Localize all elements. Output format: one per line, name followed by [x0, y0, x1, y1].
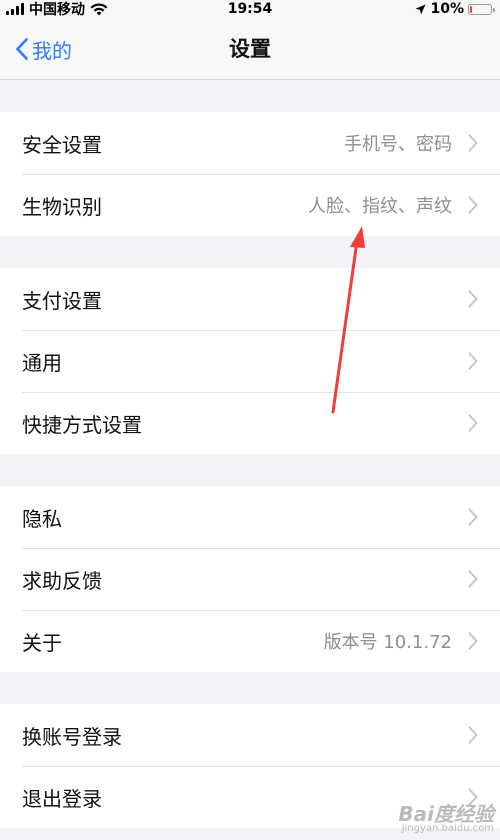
- navigation-bar: 我的 设置: [0, 18, 500, 80]
- row-privacy[interactable]: 隐私: [0, 486, 500, 548]
- row-value: 手机号、密码: [344, 134, 452, 155]
- row-value: 版本号 10.1.72: [323, 632, 452, 653]
- chevron-right-icon: [468, 290, 478, 308]
- row-shortcut-settings[interactable]: 快捷方式设置: [0, 392, 500, 454]
- row-switch-account[interactable]: 换账号登录: [0, 704, 500, 766]
- chevron-right-icon: [468, 632, 478, 650]
- location-arrow-icon: [415, 4, 426, 14]
- row-general[interactable]: 通用: [0, 330, 500, 392]
- row-payment-settings[interactable]: 支付设置: [0, 268, 500, 330]
- battery-level-fill: [470, 5, 472, 13]
- settings-screen: 中国移动 19:54 10% 我的 设置 安全设置 手机号、密码 生物识别 人脸…: [0, 0, 500, 840]
- row-label: 隐私: [22, 506, 62, 531]
- settings-list: 安全设置 手机号、密码 生物识别 人脸、指纹、声纹 支付设置 通用 快捷方式设置…: [0, 80, 500, 828]
- watermark-url: jingyan.baidu.com: [401, 823, 494, 834]
- chevron-right-icon: [468, 570, 478, 588]
- row-label: 生物识别: [22, 194, 102, 219]
- chevron-right-icon: [468, 134, 478, 152]
- row-help-feedback[interactable]: 求助反馈: [0, 548, 500, 610]
- status-bar: 中国移动 19:54 10%: [0, 0, 500, 18]
- baidu-watermark: Bai度经验 jingyan.baidu.com: [398, 804, 494, 834]
- row-label: 支付设置: [22, 288, 102, 313]
- status-right: 10%: [415, 0, 495, 18]
- settings-group-account-security: 安全设置 手机号、密码 生物识别 人脸、指纹、声纹: [0, 112, 500, 236]
- row-value: 人脸、指纹、声纹: [308, 196, 452, 217]
- chevron-right-icon: [468, 726, 478, 744]
- row-label: 快捷方式设置: [22, 412, 142, 437]
- settings-group-about: 隐私 求助反馈 关于 版本号 10.1.72: [0, 486, 500, 672]
- page-title: 设置: [229, 37, 271, 61]
- chevron-right-icon: [468, 414, 478, 432]
- battery-percent: 10%: [430, 1, 464, 17]
- row-about[interactable]: 关于 版本号 10.1.72: [0, 610, 500, 672]
- chevron-right-icon: [468, 508, 478, 526]
- row-security-settings[interactable]: 安全设置 手机号、密码: [0, 112, 500, 174]
- row-biometrics[interactable]: 生物识别 人脸、指纹、声纹: [0, 174, 500, 236]
- row-label: 关于: [22, 630, 62, 655]
- battery-icon: [468, 3, 495, 15]
- row-label: 求助反馈: [22, 568, 102, 593]
- settings-group-general: 支付设置 通用 快捷方式设置: [0, 268, 500, 454]
- row-label: 退出登录: [22, 786, 102, 811]
- row-label: 通用: [22, 350, 62, 375]
- row-label: 安全设置: [22, 132, 102, 157]
- row-label: 换账号登录: [22, 724, 122, 749]
- chevron-right-icon: [468, 352, 478, 370]
- watermark-logo-text: Bai度经验: [398, 802, 494, 826]
- chevron-right-icon: [468, 196, 478, 214]
